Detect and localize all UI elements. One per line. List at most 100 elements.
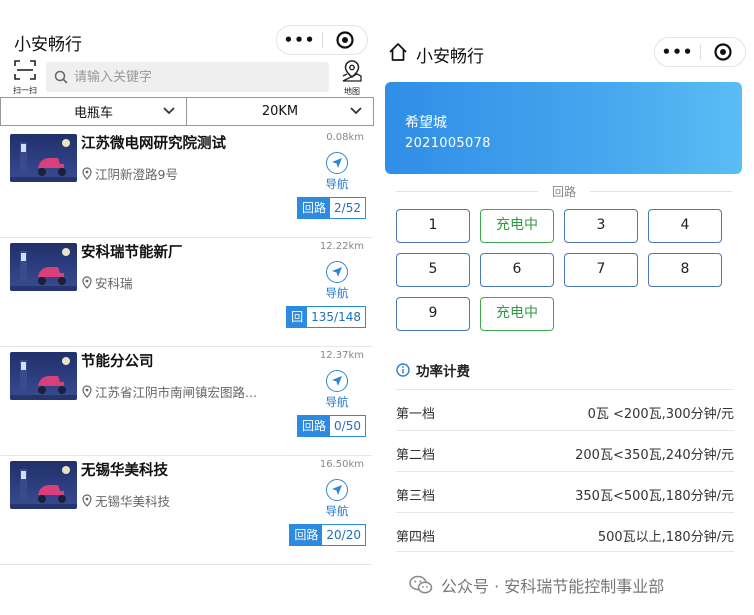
location-pin-icon (82, 385, 92, 398)
divider (396, 191, 546, 192)
loop-count-badge: 回 135/148 (286, 306, 366, 328)
station-name: 无锡华美科技 (81, 463, 168, 479)
station-name: 江苏微电网研究院测试 (81, 136, 226, 152)
loop-button[interactable]: 1 (396, 209, 470, 243)
scan-button[interactable]: 扫一扫 (9, 60, 41, 96)
station-distance: 16.50km (319, 459, 364, 470)
detail-title: 小安畅行 (416, 47, 484, 67)
station-item[interactable]: 无锡华美科技 16.50km 无锡华美科技 导航 回路 20/20 (0, 456, 372, 565)
mini-program-capsule: ••• (654, 37, 746, 67)
loop-button[interactable]: 4 (648, 209, 722, 243)
scan-label: 扫一扫 (13, 86, 37, 95)
more-dots-icon[interactable]: ••• (277, 25, 322, 55)
navigate-label: 导航 (325, 504, 349, 518)
navigate-label: 导航 (325, 177, 349, 191)
target-icon[interactable] (701, 42, 745, 62)
fee-row: 第二档 200瓦<350瓦,240分钟/元 (396, 430, 734, 470)
station-distance: 0.08km (326, 132, 364, 143)
navigate-button[interactable]: 导航 (323, 152, 351, 192)
loop-badge-label: 回路 (298, 198, 331, 218)
location-pin-icon (82, 276, 92, 289)
navigate-label: 导航 (325, 395, 349, 409)
loop-button[interactable]: 7 (564, 253, 638, 287)
station-thumbnail (10, 243, 77, 291)
loop-badge-label: 回路 (290, 525, 323, 545)
location-pin-icon (82, 494, 92, 507)
station-address-text: 安科瑞 (95, 276, 133, 291)
vehicle-type-value: 电瓶车 (73, 106, 113, 121)
loop-button[interactable]: 5 (396, 253, 470, 287)
station-address: 江阴新澄路9号 (81, 164, 178, 183)
station-item[interactable]: 江苏微电网研究院测试 0.08km 江阴新澄路9号 导航 回路 2/52 (0, 129, 372, 238)
fee-row: 第一档 0瓦 <200瓦,300分钟/元 (396, 389, 734, 429)
chevron-down-icon (163, 107, 175, 115)
chevron-down-icon (350, 107, 362, 115)
loops-section-label: 回路 (538, 183, 590, 200)
location-pin-icon (82, 167, 92, 180)
map-button[interactable]: 地图 (336, 60, 368, 97)
loop-button[interactable]: 3 (564, 209, 638, 243)
home-icon[interactable] (388, 42, 408, 62)
station-distance: 12.37km (319, 350, 364, 361)
search-bar[interactable] (46, 62, 329, 92)
search-icon (54, 70, 68, 84)
loop-button-charging[interactable]: 充电中 (480, 297, 554, 331)
divider (582, 191, 732, 192)
navigate-button[interactable]: 导航 (323, 261, 351, 301)
loop-count-badge: 回路 0/50 (297, 415, 366, 437)
fee-section-header: 功率计费 (396, 360, 470, 380)
station-card: 希望城 2021005078 (385, 82, 742, 174)
station-name: 节能分公司 (81, 354, 154, 370)
fee-section-title: 功率计费 (416, 364, 470, 380)
navigation-icon (326, 261, 348, 283)
station-card-code: 2021005078 (405, 136, 491, 151)
navigation-icon (326, 479, 348, 501)
more-dots-icon[interactable]: ••• (655, 37, 700, 67)
app-title: 小安畅行 (14, 35, 82, 55)
loop-button[interactable]: 6 (480, 253, 554, 287)
mini-program-capsule: ••• (276, 25, 368, 55)
loop-count-badge: 回路 2/52 (297, 197, 366, 219)
station-address-text: 无锡华美科技 (95, 494, 171, 509)
station-thumbnail (10, 134, 77, 182)
scan-icon (14, 60, 36, 80)
watermark: 公众号 · 安科瑞节能控制事业部 (409, 572, 749, 598)
station-item[interactable]: 安科瑞节能新厂 12.22km 安科瑞 导航 回 135/148 (0, 238, 372, 347)
distance-select[interactable]: 20KM (187, 97, 374, 126)
loop-badge-value: 135/148 (307, 307, 365, 327)
station-item[interactable]: 节能分公司 12.37km 江苏省江阴市南闸镇宏图路... 导航 回路 0/50 (0, 347, 372, 456)
fee-row: 第三档 350瓦<500瓦,180分钟/元 (396, 471, 734, 511)
station-card-name: 希望城 (405, 115, 447, 131)
navigation-icon (326, 152, 348, 174)
loop-button[interactable]: 8 (648, 253, 722, 287)
station-address-text: 江苏省江阴市南闸镇宏图路... (95, 385, 257, 400)
info-icon (396, 363, 410, 377)
filter-bar: 电瓶车 20KM (0, 97, 374, 126)
navigate-button[interactable]: 导航 (323, 479, 351, 519)
wechat-icon (409, 575, 433, 594)
loop-button-charging[interactable]: 充电中 (480, 209, 554, 243)
fee-tier: 第三档 (396, 489, 436, 504)
loop-badge-value: 0/50 (330, 416, 365, 436)
station-thumbnail (10, 352, 77, 400)
map-label: 地图 (344, 87, 360, 96)
watermark-text: 公众号 · 安科瑞节能控制事业部 (441, 577, 665, 596)
navigate-button[interactable]: 导航 (323, 370, 351, 410)
fee-price: 350瓦<500瓦,180分钟/元 (575, 489, 734, 504)
fee-tier: 第二档 (396, 448, 436, 463)
station-address: 无锡华美科技 (81, 491, 170, 510)
loop-count-badge: 回路 20/20 (289, 524, 366, 546)
fee-row: 第四档 500瓦以上,180分钟/元 (396, 512, 734, 552)
map-pin-icon (342, 60, 362, 82)
station-distance: 12.22km (319, 241, 364, 252)
loop-button[interactable]: 9 (396, 297, 470, 331)
fee-price: 0瓦 <200瓦,300分钟/元 (587, 407, 734, 422)
navigate-label: 导航 (325, 286, 349, 300)
search-input[interactable] (74, 69, 314, 85)
station-address: 安科瑞 (81, 273, 133, 292)
navigation-icon (326, 370, 348, 392)
fee-price: 500瓦以上,180分钟/元 (597, 530, 734, 545)
station-address-text: 江阴新澄路9号 (95, 167, 178, 182)
target-icon[interactable] (323, 30, 367, 50)
vehicle-type-select[interactable]: 电瓶车 (0, 97, 187, 126)
